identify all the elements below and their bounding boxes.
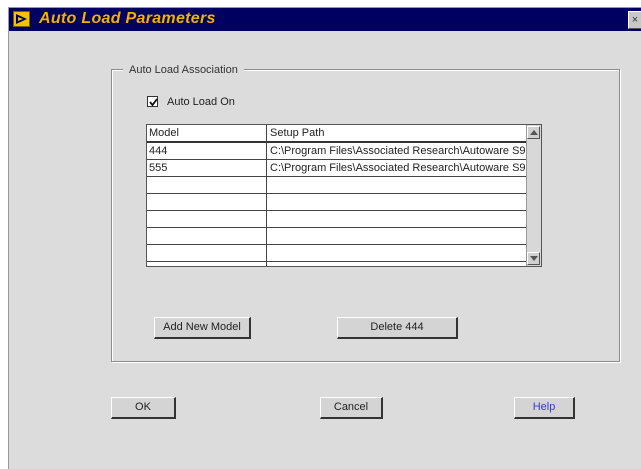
table-row[interactable] xyxy=(147,177,527,194)
model-cell[interactable]: 555 xyxy=(149,162,264,174)
help-button[interactable]: Help xyxy=(514,397,575,419)
title-bar[interactable]: Auto Load Parameters × xyxy=(9,8,641,31)
close-button[interactable]: × xyxy=(628,11,641,29)
scroll-up-arrow-icon xyxy=(530,130,538,135)
auto-load-checkbox[interactable] xyxy=(147,96,158,107)
setup-path-cell[interactable]: C:\Program Files\Associated Research\Aut… xyxy=(270,145,527,157)
setup-path-cell[interactable]: C:\Program Files\Associated Research\Aut… xyxy=(270,162,527,174)
table-header: Model Setup Path xyxy=(147,125,527,143)
table-row[interactable] xyxy=(147,194,527,211)
table-row[interactable] xyxy=(147,228,527,245)
scroll-down-arrow-icon xyxy=(530,256,538,261)
scroll-up-button[interactable] xyxy=(527,126,540,139)
add-new-model-button[interactable]: Add New Model xyxy=(154,317,251,339)
column-divider xyxy=(266,125,267,266)
column-header-setup-path[interactable]: Setup Path xyxy=(270,127,324,139)
auto-load-label: Auto Load On xyxy=(167,96,235,108)
column-header-model[interactable]: Model xyxy=(149,127,179,139)
ok-button[interactable]: OK xyxy=(111,397,176,419)
scroll-down-button[interactable] xyxy=(527,252,540,265)
cancel-button[interactable]: Cancel xyxy=(320,397,383,419)
delete-model-button[interactable]: Delete 444 xyxy=(337,317,458,339)
model-setup-table[interactable]: Model Setup Path 444 C:\Program Files\As… xyxy=(146,124,542,267)
table-vertical-scrollbar[interactable] xyxy=(526,125,541,266)
labview-vi-icon xyxy=(13,11,30,27)
model-cell[interactable]: 444 xyxy=(149,145,264,157)
table-row[interactable] xyxy=(147,245,527,262)
group-legend: Auto Load Association xyxy=(123,64,244,76)
table-row[interactable]: 555 C:\Program Files\Associated Research… xyxy=(147,160,527,177)
table-row[interactable]: 444 C:\Program Files\Associated Research… xyxy=(147,143,527,160)
window-title: Auto Load Parameters xyxy=(39,10,216,27)
table-row[interactable] xyxy=(147,211,527,228)
checkmark-icon xyxy=(149,98,158,107)
